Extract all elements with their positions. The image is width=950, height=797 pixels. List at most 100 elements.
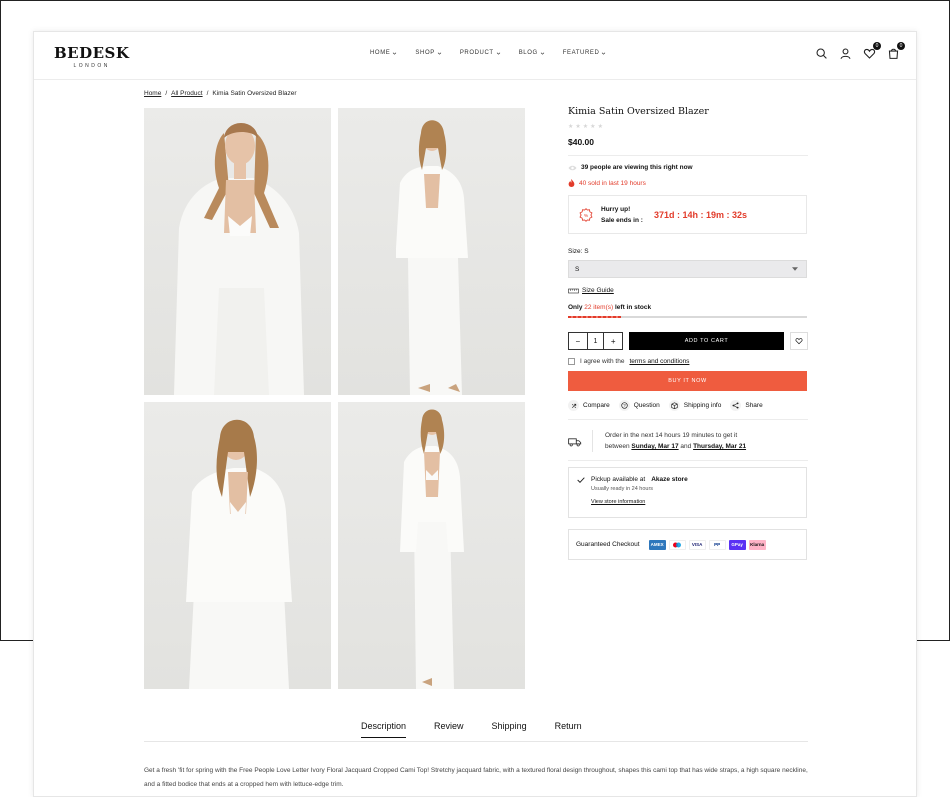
tab-description[interactable]: Description — [361, 721, 407, 738]
size-guide-link[interactable]: Size Guide — [568, 287, 808, 294]
fire-icon — [568, 179, 575, 187]
truck-icon — [568, 430, 582, 452]
chevron-down-icon — [437, 52, 442, 55]
nav-label: HOME — [370, 50, 391, 56]
main-nav: HOME SHOP PRODUCT BLOG FEATURED — [370, 50, 606, 56]
product-tabs: Description Review Shipping Return — [361, 721, 582, 738]
size-label: Size: S — [568, 248, 589, 255]
size-select[interactable]: S — [568, 260, 807, 278]
pickup-box: Pickup available at Akaze store Usually … — [568, 467, 807, 518]
product-info: Kimia Satin Oversized Blazer ★ ★ ★ ★ ★ $… — [568, 106, 808, 560]
product-gallery — [144, 108, 526, 690]
countdown-timer: 371d : 14h : 19m : 32s — [654, 209, 748, 220]
sold-notice: 40 sold in last 19 hours — [568, 179, 808, 187]
nav-label: PRODUCT — [459, 50, 494, 56]
product-photo-3[interactable] — [144, 402, 331, 689]
svg-text:%: % — [584, 213, 589, 219]
nav-label: FEATURED — [562, 50, 600, 56]
eye-icon — [568, 165, 577, 170]
star-icon: ★ — [590, 124, 596, 130]
stock-notice: Only 22 item(s) left in stock — [568, 304, 808, 311]
tab-review[interactable]: Review — [434, 721, 464, 738]
question-action[interactable]: ? Question — [618, 400, 660, 411]
product-title: Kimia Satin Oversized Blazer — [568, 106, 709, 117]
decrease-qty-button[interactable]: − — [569, 333, 587, 349]
share-icon — [730, 400, 742, 411]
product-description: Get a fresh 'fit for spring with the Fre… — [144, 767, 808, 788]
product-price: $40.00 — [568, 137, 594, 147]
checkout-label: Guaranteed Checkout — [576, 541, 640, 548]
brand-logo[interactable]: BEDESK LONDON — [54, 44, 129, 69]
nav-item-featured[interactable]: FEATURED — [563, 50, 607, 56]
size-selected-value: S — [575, 265, 580, 273]
terms-checkbox[interactable] — [568, 358, 575, 365]
nav-item-product[interactable]: PRODUCT — [460, 50, 501, 56]
breadcrumb-home[interactable]: Home — [144, 90, 161, 97]
nav-item-shop[interactable]: SHOP — [415, 50, 442, 56]
stock-progress-bar — [568, 316, 807, 318]
nav-item-blog[interactable]: BLOG — [519, 50, 545, 56]
product-photo-4[interactable] — [338, 402, 525, 689]
terms-link[interactable]: terms and conditions — [629, 358, 689, 365]
caret-down-icon — [792, 267, 798, 271]
star-icon: ★ — [575, 124, 581, 130]
payment-methods: AMEX VISA PP GPay Klarna — [648, 539, 766, 550]
product-photo-2[interactable] — [338, 108, 525, 395]
compare-label: Compare — [583, 402, 610, 409]
wishlist-count-badge: 0 — [873, 42, 881, 50]
share-action[interactable]: Share — [730, 400, 763, 411]
shipping-info-label: Shipping info — [683, 402, 722, 409]
buy-it-now-button[interactable]: BUY IT NOW — [568, 371, 807, 391]
compare-action[interactable]: Compare — [568, 400, 610, 411]
pickup-prefix: Pickup available at — [591, 476, 646, 483]
stock-progress-fill — [568, 316, 621, 318]
paypal-icon: PP — [708, 539, 726, 550]
hurry-label: Hurry up! — [601, 205, 631, 213]
size-guide-label: Size Guide — [582, 287, 614, 294]
viewing-text: 39 people are viewing this right now — [581, 164, 693, 171]
brand-sub: LONDON — [73, 63, 110, 69]
account-icon[interactable] — [839, 47, 852, 60]
nav-item-home[interactable]: HOME — [370, 50, 397, 56]
delivery-date-end: Thursday, Mar 21 — [693, 443, 747, 450]
chevron-down-icon — [540, 52, 544, 55]
tab-shipping[interactable]: Shipping — [492, 721, 527, 738]
svg-text:?: ? — [623, 403, 626, 408]
pickup-line: Pickup available at Akaze store — [577, 476, 798, 483]
visa-icon: VISA — [688, 539, 706, 550]
view-store-info-link[interactable]: View store information — [591, 499, 645, 505]
delivery-date-start: Sunday, Mar 17 — [631, 443, 679, 450]
increase-qty-button[interactable]: + — [604, 333, 622, 349]
divider — [568, 155, 808, 156]
brand-name: BEDESK — [54, 44, 130, 62]
cart-row: − 1 + ADD TO CART — [568, 332, 808, 350]
delivery-line1: Order in the next 14 hours 19 minutes to… — [605, 432, 738, 439]
agree-text: I agree with the — [580, 358, 625, 365]
gpay-icon: GPay — [728, 539, 746, 550]
stock-prefix: Only — [568, 304, 583, 311]
checkmark-icon — [577, 476, 585, 483]
search-icon[interactable] — [815, 47, 828, 60]
cart-icon[interactable]: 0 — [887, 42, 905, 60]
klarna-icon: Klarna — [748, 539, 766, 550]
tabs-divider — [144, 741, 808, 742]
breadcrumb-separator: / — [165, 90, 168, 97]
add-to-wishlist-button[interactable] — [790, 332, 808, 350]
wishlist-heart-icon[interactable]: 0 — [863, 42, 881, 60]
compare-arrows-icon — [568, 400, 579, 411]
ruler-icon — [568, 288, 579, 293]
terms-agreement: I agree with the terms and conditions — [568, 358, 808, 365]
quantity-input[interactable]: 1 — [586, 333, 605, 349]
breadcrumb-all-product[interactable]: All Product — [171, 90, 202, 97]
delivery-and: and — [680, 443, 692, 450]
rating-stars[interactable]: ★ ★ ★ ★ ★ — [568, 123, 808, 130]
nav-label: SHOP — [415, 50, 435, 56]
shipping-info-action[interactable]: Shipping info — [668, 400, 722, 411]
product-photo-1[interactable] — [144, 108, 331, 395]
pickup-store-name: Akaze store — [651, 476, 688, 483]
breadcrumb-current: Kimia Satin Oversized Blazer — [212, 90, 297, 97]
question-label: Question — [633, 402, 660, 409]
tab-return[interactable]: Return — [555, 721, 582, 738]
chevron-down-icon — [393, 52, 397, 55]
add-to-cart-button[interactable]: ADD TO CART — [629, 332, 784, 350]
